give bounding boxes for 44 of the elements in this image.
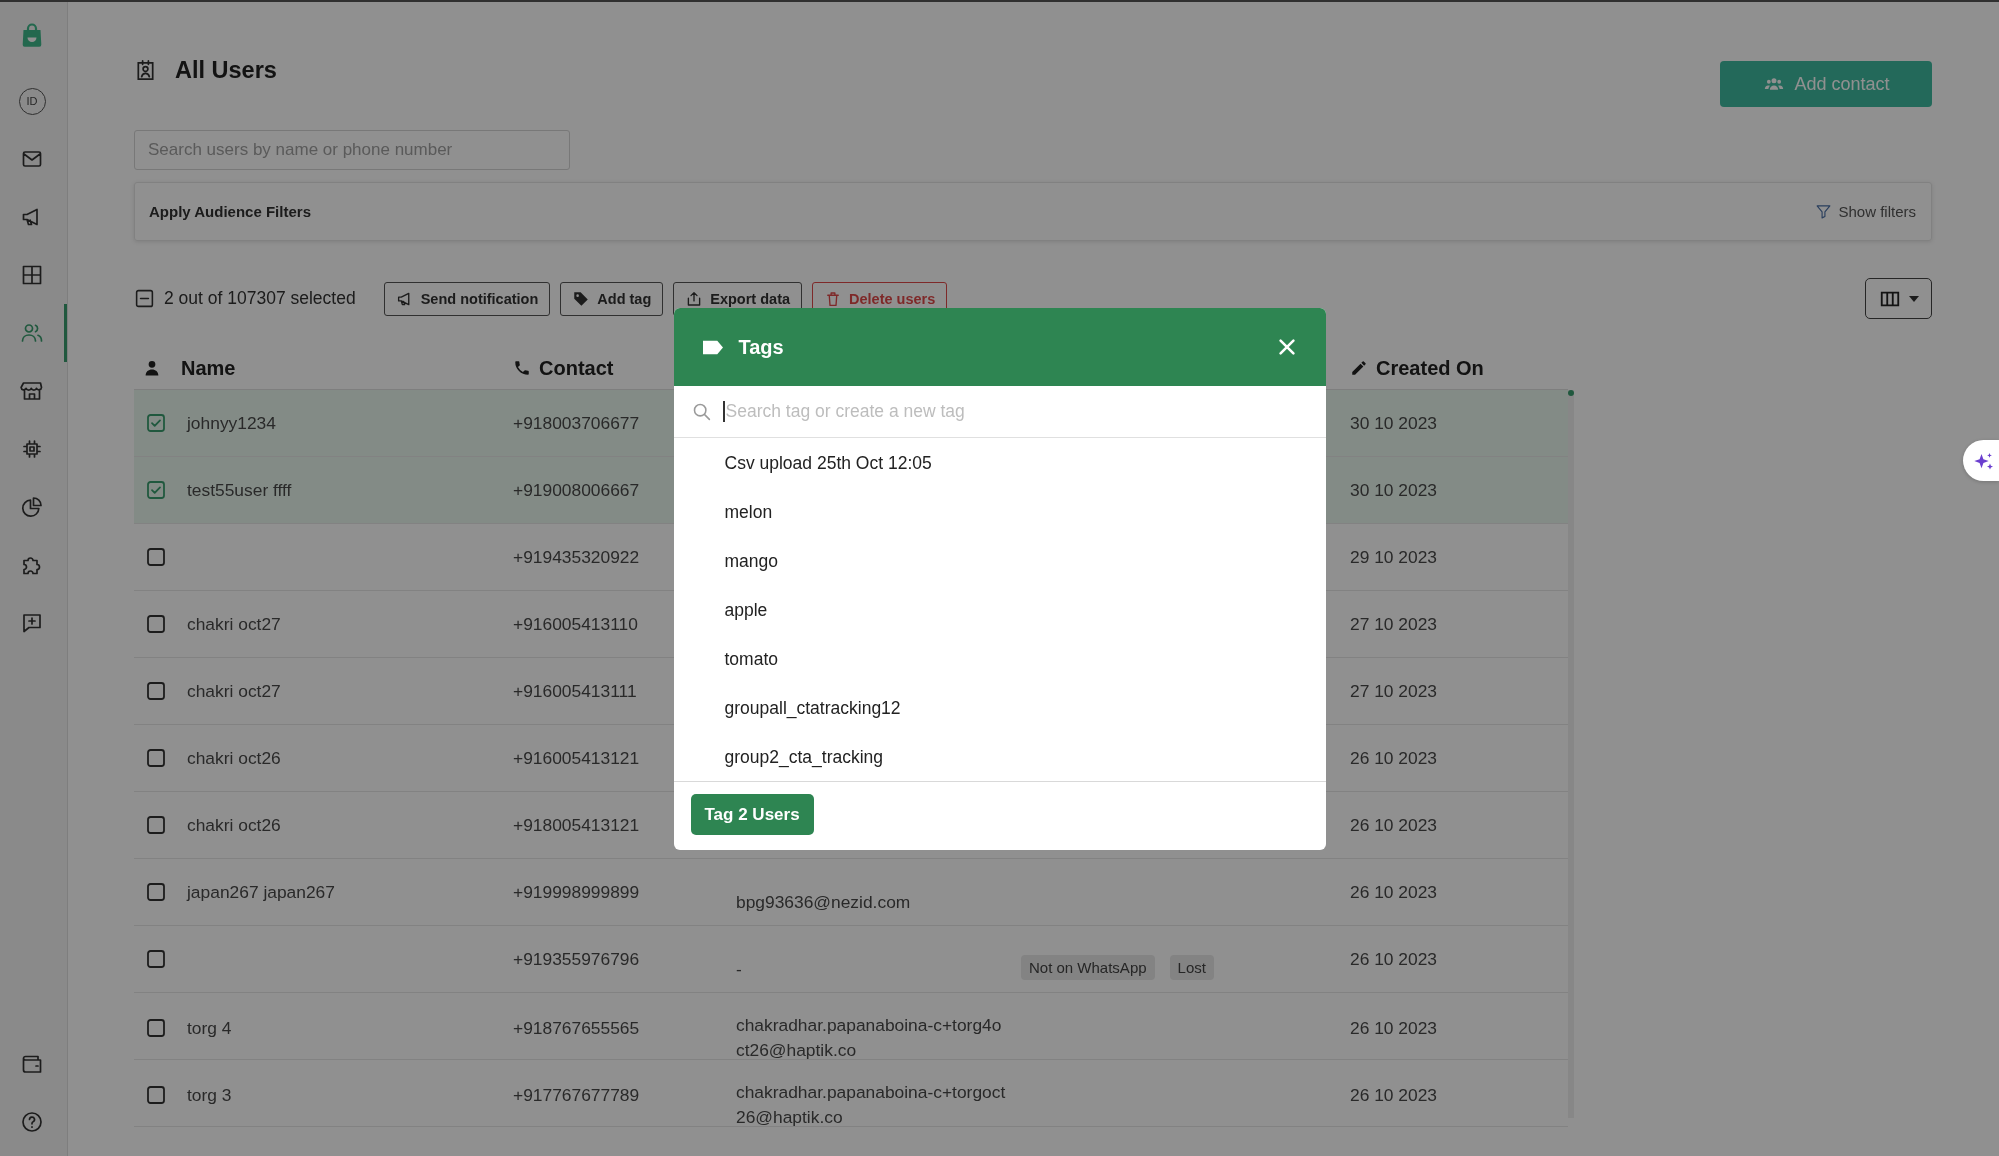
phone-number: +919998999899 [513, 881, 640, 903]
user-name: chakri oct26 [187, 747, 281, 769]
phone-number: +916005413111 [513, 680, 637, 702]
column-header: Created On [1376, 356, 1484, 380]
phone-number: +919008006667 [513, 479, 640, 501]
tag-chip: Lost [1169, 954, 1214, 980]
filter-bar-label: Apply Audience Filters [149, 203, 311, 220]
phone-number: +918005413121 [513, 814, 640, 836]
created-date: 26 10 2023 [1350, 1017, 1438, 1039]
email-address: chakradhar.papanaboina-c+torg4oct26@haptik.co [736, 1014, 1003, 1062]
dialog-title: Tags [738, 335, 785, 359]
column-header: Name [181, 356, 236, 380]
email-address: chakradhar.papanaboina-c+torgoct26@haptik.co [736, 1081, 1007, 1129]
created-date: 26 10 2023 [1350, 948, 1438, 970]
created-date: 27 10 2023 [1350, 680, 1438, 702]
phone-number: +919355976796 [513, 948, 640, 970]
created-date: 26 10 2023 [1350, 814, 1438, 836]
created-date: 30 10 2023 [1350, 479, 1438, 501]
created-date: 30 10 2023 [1350, 412, 1438, 434]
created-date: 26 10 2023 [1350, 747, 1438, 769]
user-name: chakri oct26 [187, 814, 281, 836]
user-name: chakri oct27 [187, 680, 281, 702]
phone-number: +917767677789 [513, 1084, 640, 1106]
phone-number: +916005413121 [513, 747, 640, 769]
user-name: torg 3 [187, 1084, 232, 1106]
user-name: test55user ffff [187, 479, 292, 501]
created-date: 27 10 2023 [1350, 613, 1438, 635]
column-header: Contact [539, 356, 614, 380]
phone-number: +918767655565 [513, 1017, 640, 1039]
user-name: chakri oct27 [187, 613, 281, 635]
phone-number: +918003706677 [513, 412, 640, 434]
page-title: All Users [175, 56, 277, 84]
email-address: bpg93636@nezid.com [736, 890, 911, 914]
selection-count: 2 out of 107307 selected [164, 288, 356, 309]
phone-number: +916005413110 [513, 613, 638, 635]
user-name: johnyy1234 [187, 412, 276, 434]
created-date: 26 10 2023 [1350, 881, 1438, 903]
created-date: 29 10 2023 [1350, 546, 1438, 568]
user-name: japan267 japan267 [187, 881, 335, 903]
email-address: - [736, 957, 742, 981]
phone-number: +919435320922 [513, 546, 640, 568]
created-date: 26 10 2023 [1350, 1084, 1438, 1106]
user-name: torg 4 [187, 1017, 232, 1039]
tag-chip: Not on WhatsApp [1021, 954, 1155, 980]
